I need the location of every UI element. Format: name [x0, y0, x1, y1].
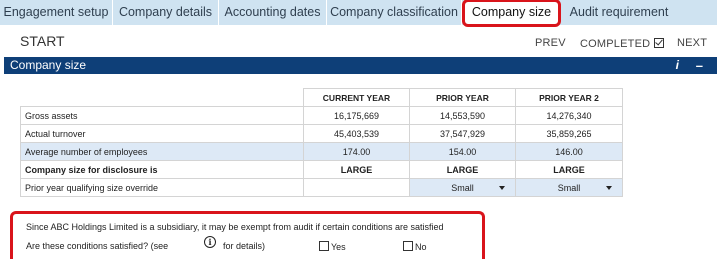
tab-company-details[interactable]: Company details [113, 0, 219, 25]
cell-value: 45,403,539 [303, 124, 410, 143]
cell-value[interactable]: 146.00 [515, 142, 623, 161]
checkbox-checked-icon[interactable] [654, 38, 665, 48]
cell-value: LARGE [409, 160, 516, 179]
no-label: No [415, 242, 427, 252]
row-label: Prior year qualifying size override [20, 178, 304, 197]
table-row: Prior year qualifying size override Smal… [20, 178, 623, 197]
info-icon[interactable]: i [676, 57, 679, 74]
cell-value [303, 178, 410, 197]
table-corner [20, 88, 304, 107]
table-header-row: CURRENT YEAR PRIOR YEAR PRIOR YEAR 2 [20, 88, 623, 107]
exemption-question: Are these conditions satisfied? (see [26, 241, 169, 251]
dropdown-arrow-icon[interactable] [606, 186, 612, 190]
exemption-statement: Since ABC Holdings Limited is a subsidia… [26, 222, 444, 232]
column-header-current-year: CURRENT YEAR [303, 88, 410, 107]
tab-company-size[interactable]: Company size [462, 0, 561, 27]
size-override-select-prior-year-2[interactable]: Small [515, 178, 623, 197]
no-checkbox[interactable] [403, 241, 413, 251]
size-override-select-prior-year[interactable]: Small [409, 178, 516, 197]
tab-audit-requirement[interactable]: Audit requirement [561, 0, 677, 25]
yes-checkbox[interactable] [319, 241, 329, 251]
cell-value: LARGE [303, 160, 410, 179]
row-label: Gross assets [20, 106, 304, 125]
cell-value: 14,553,590 [409, 106, 516, 125]
cell-value: 16,175,669 [303, 106, 410, 125]
cell-value: 35,859,265 [515, 124, 623, 143]
exemption-details-text: for details) [223, 241, 266, 251]
wizard-nav: START PREV COMPLETED NEXT [0, 29, 717, 55]
audit-exemption-panel: Since ABC Holdings Limited is a subsidia… [10, 211, 485, 259]
select-value: Small [557, 182, 581, 193]
table-row: Average number of employees 174.00 154.0… [20, 142, 623, 161]
column-header-prior-year-2: PRIOR YEAR 2 [515, 88, 623, 107]
cell-value[interactable]: 154.00 [409, 142, 516, 161]
tab-accounting-dates[interactable]: Accounting dates [219, 0, 327, 25]
column-header-prior-year: PRIOR YEAR [409, 88, 516, 107]
row-label: Company size for disclosure is [20, 160, 304, 179]
tab-company-classification[interactable]: Company classification [327, 0, 462, 25]
table-row: Company size for disclosure is LARGE LAR… [20, 160, 623, 179]
collapse-icon[interactable]: – [696, 57, 703, 74]
next-button[interactable]: NEXT [677, 37, 707, 49]
dropdown-arrow-icon[interactable] [499, 186, 505, 190]
cell-value: LARGE [515, 160, 623, 179]
company-size-table: CURRENT YEAR PRIOR YEAR PRIOR YEAR 2 Gro… [20, 88, 623, 197]
cell-value: 37,547,929 [409, 124, 516, 143]
table-row: Actual turnover 45,403,539 37,547,929 35… [20, 124, 623, 143]
section-header: Company size i – [4, 57, 717, 74]
prev-button[interactable]: PREV [535, 37, 566, 49]
tab-engagement-setup[interactable]: Engagement setup [0, 0, 113, 25]
section-title: Company size [10, 58, 87, 72]
completed-toggle[interactable]: COMPLETED [580, 37, 665, 50]
details-info-icon[interactable]: i [204, 236, 216, 248]
cell-value[interactable]: 174.00 [303, 142, 410, 161]
table-row: Gross assets 16,175,669 14,553,590 14,27… [20, 106, 623, 125]
start-label[interactable]: START [20, 33, 65, 49]
tab-bar: Engagement setup Company details Account… [0, 0, 717, 27]
select-value: Small [451, 182, 474, 193]
row-label: Average number of employees [20, 142, 304, 161]
completed-label: COMPLETED [580, 38, 651, 50]
cell-value: 14,276,340 [515, 106, 623, 125]
row-label: Actual turnover [20, 124, 304, 143]
yes-label: Yes [331, 242, 346, 252]
